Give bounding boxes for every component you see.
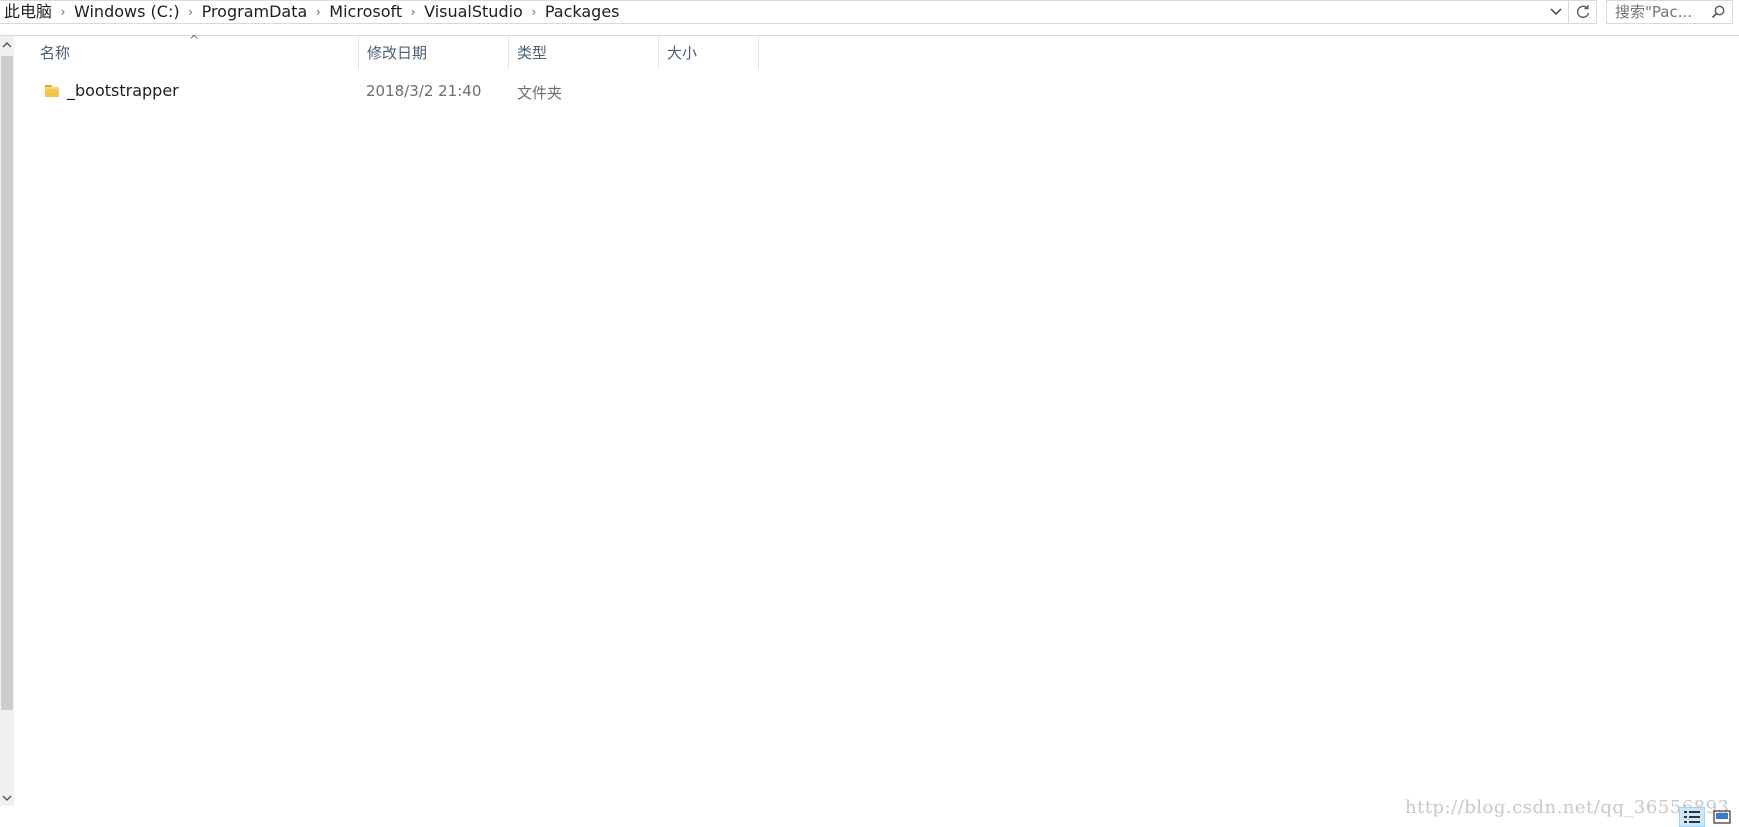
chevron-up-icon [2,41,12,47]
chevron-right-icon[interactable]: › [184,1,198,23]
sort-ascending-icon: ^ [189,33,200,47]
breadcrumb-visualstudio[interactable]: VisualStudio [420,1,527,23]
chevron-right-icon[interactable]: › [311,1,325,23]
scroll-up-button[interactable] [0,36,14,53]
large-icons-view-button[interactable] [1709,807,1735,827]
address-history-dropdown[interactable] [1544,1,1568,23]
file-type: 文件夹 [517,84,563,102]
navigation-bar: 此电脑 › Windows (C:) › ProgramData › Micro… [0,0,1739,36]
chevron-down-icon [1550,8,1562,16]
column-header-name[interactable]: ^ 名称 [14,33,359,70]
file-list: _bootstrapper 2018/3/2 21:40 文件夹 [14,74,1739,110]
file-modified-date: 2018/3/2 21:40 [366,82,482,100]
details-view-button[interactable] [1679,807,1705,827]
chevron-right-icon[interactable]: › [406,1,420,23]
refresh-icon [1576,5,1589,19]
breadcrumb-this-pc[interactable]: 此电脑 [0,1,56,23]
column-header-size[interactable]: 大小 [659,36,759,70]
column-header-name-label: 名称 [40,44,71,62]
large-icons-view-icon [1713,810,1731,824]
file-name[interactable]: _bootstrapper [67,81,179,100]
list-item[interactable]: _bootstrapper 2018/3/2 21:40 文件夹 [14,74,1739,110]
breadcrumb-windows-c[interactable]: Windows (C:) [70,1,184,23]
view-mode-switcher [1679,807,1735,827]
column-header-type[interactable]: 类型 [509,36,659,70]
address-bar[interactable]: 此电脑 › Windows (C:) › ProgramData › Micro… [0,0,1597,24]
breadcrumb-packages[interactable]: Packages [541,1,624,23]
breadcrumb-programdata[interactable]: ProgramData [198,1,312,23]
chevron-right-icon[interactable]: › [527,1,541,23]
scroll-down-button[interactable] [0,789,14,806]
folder-icon [45,85,59,97]
chevron-down-icon [2,795,12,801]
chevron-right-icon[interactable]: › [56,1,70,23]
scroll-thumb[interactable] [1,56,13,710]
search-icon[interactable] [1710,4,1726,20]
breadcrumb-microsoft[interactable]: Microsoft [325,1,406,23]
refresh-button[interactable] [1568,1,1596,23]
column-header-date-label: 修改日期 [367,44,428,62]
navigation-pane-scrollbar[interactable] [0,36,14,806]
search-input[interactable] [1615,3,1707,21]
column-header-row: ^ 名称 修改日期 类型 大小 [14,33,1739,70]
search-box[interactable] [1606,0,1733,24]
column-header-date[interactable]: 修改日期 [359,36,509,70]
column-header-type-label: 类型 [517,44,548,62]
column-header-size-label: 大小 [667,44,698,62]
details-view-icon [1684,811,1700,823]
